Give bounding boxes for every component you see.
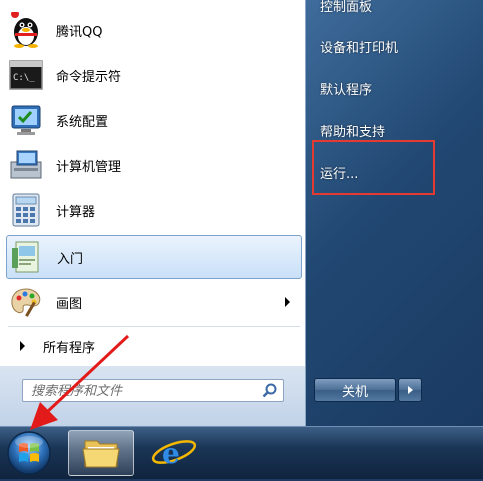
program-label: 命令提示符 [56, 69, 122, 85]
default-programs-link[interactable]: 默认程序 [320, 79, 372, 98]
program-item-qq[interactable]: 腾讯QQ [6, 8, 302, 52]
qq-penguin-icon [8, 12, 44, 48]
program-label: 系统配置 [56, 114, 109, 130]
taskbar-ie-button[interactable]: e [142, 430, 208, 476]
all-programs-button[interactable]: 所有程序 [6, 332, 302, 360]
paint-palette-icon [8, 284, 44, 320]
program-item-compmgmt[interactable]: 计算机管理 [6, 143, 302, 187]
calculator-icon [8, 192, 44, 228]
program-label: 画图 [56, 296, 83, 312]
annotation-highlight-box [312, 140, 435, 195]
internet-explorer-icon: e [151, 437, 197, 470]
cmd-prompt-icon: C:\_ [8, 57, 44, 93]
start-menu-places-panel: 控制面板 设备和打印机 默认程序 帮助和支持 运行... 关机 [306, 0, 483, 426]
shutdown-button[interactable]: 关机 [314, 378, 396, 402]
program-label: 入门 [57, 251, 84, 267]
windows-logo-icon [7, 431, 51, 475]
triangle-right-icon [20, 341, 25, 351]
folder-icon [82, 440, 120, 468]
program-item-calculator[interactable]: 计算器 [6, 188, 302, 232]
getting-started-icon [9, 239, 45, 275]
search-area [0, 366, 305, 426]
triangle-right-icon [407, 386, 413, 394]
control-panel-link[interactable]: 控制面板 [320, 0, 372, 15]
devices-printers-link[interactable]: 设备和打印机 [320, 37, 398, 56]
program-label: 腾讯QQ [56, 24, 103, 40]
program-item-cmd[interactable]: C:\_ 命令提示符 [6, 53, 302, 97]
program-label: 计算器 [56, 204, 96, 220]
separator [8, 326, 300, 327]
submenu-arrow-icon[interactable] [285, 297, 290, 307]
search-box[interactable] [22, 379, 284, 402]
shutdown-label: 关机 [341, 384, 368, 400]
help-support-link[interactable]: 帮助和支持 [320, 121, 385, 140]
shutdown-options-button[interactable] [398, 378, 422, 402]
program-item-msconfig[interactable]: 系统配置 [6, 98, 302, 142]
svg-text:C:\_: C:\_ [13, 73, 35, 83]
search-input[interactable] [29, 381, 258, 402]
computer-management-icon [8, 147, 44, 183]
program-item-paint[interactable]: 画图 [6, 280, 302, 324]
all-programs-label: 所有程序 [43, 340, 96, 356]
taskbar: e [0, 426, 483, 479]
search-icon[interactable] [262, 383, 277, 402]
taskbar-explorer-button[interactable] [68, 430, 134, 476]
system-config-icon [8, 102, 44, 138]
start-menu-programs-panel: 腾讯QQ C:\_ 命令提示符 系统配置 计算机管理 计算器 入门 画图 所有程… [0, 0, 306, 426]
start-button[interactable] [2, 429, 56, 477]
program-item-getting-started[interactable]: 入门 [6, 235, 302, 279]
svg-text:e: e [162, 437, 180, 470]
program-label: 计算机管理 [56, 159, 122, 175]
